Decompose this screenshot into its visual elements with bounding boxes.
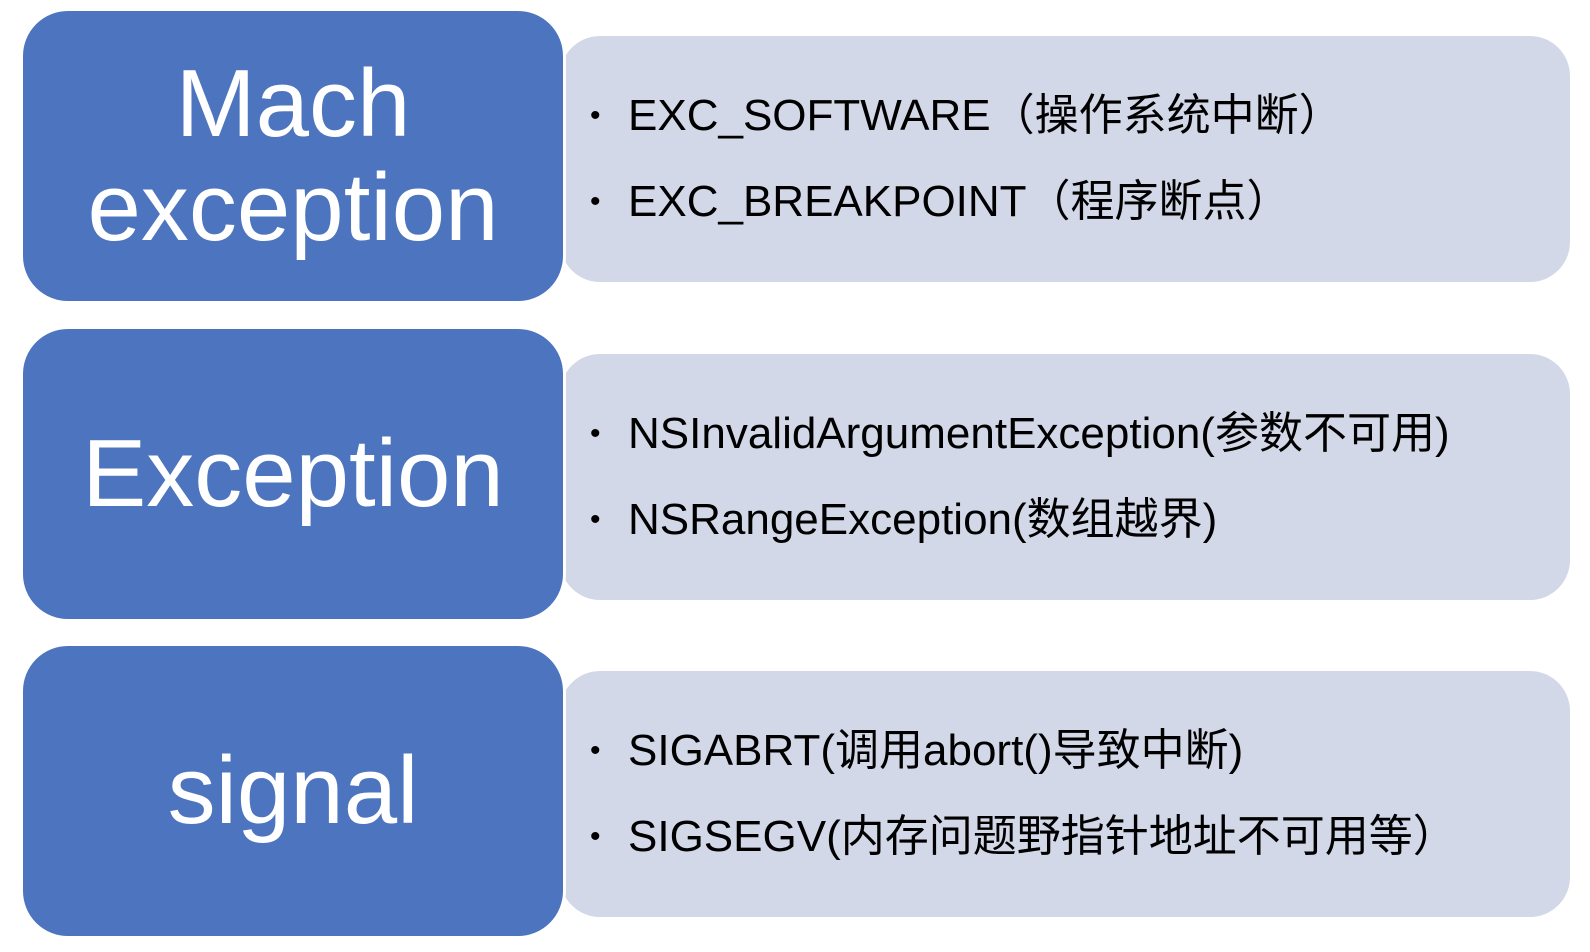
bullet-icon: • — [590, 734, 601, 767]
bullet-icon: • — [590, 99, 601, 132]
list-item: • SIGABRT(调用abort()导致中断) — [590, 729, 1570, 773]
list-item: • EXC_BREAKPOINT（程序断点） — [590, 180, 1570, 224]
item-text: SIGSEGV(内存问题野指针地址不可用等） — [628, 812, 1457, 861]
label-text: signal — [167, 737, 419, 844]
bullet-icon: • — [590, 417, 601, 450]
list-item: • SIGSEGV(内存问题野指针地址不可用等） — [590, 815, 1570, 859]
item-text: SIGABRT(调用abort()导致中断) — [628, 726, 1244, 775]
row-signal: • SIGABRT(调用abort()导致中断) • SIGSEGV(内存问题野… — [0, 643, 1590, 943]
item-text: NSInvalidArgumentException(参数不可用) — [628, 409, 1450, 458]
list-item: • EXC_SOFTWARE（操作系统中断） — [590, 94, 1570, 138]
item-text: NSRangeException(数组越界) — [628, 495, 1218, 544]
item-text: EXC_BREAKPOINT（程序断点） — [628, 177, 1291, 226]
item-text: EXC_SOFTWARE（操作系统中断） — [628, 91, 1343, 140]
detail-panel-mach-exception: • EXC_SOFTWARE（操作系统中断） • EXC_BREAKPOINT（… — [560, 36, 1570, 282]
label-box-exception: Exception — [20, 326, 566, 622]
row-exception: • NSInvalidArgumentException(参数不可用) • NS… — [0, 326, 1590, 626]
label-box-mach-exception: Mach exception — [20, 8, 566, 304]
detail-panel-signal: • SIGABRT(调用abort()导致中断) • SIGSEGV(内存问题野… — [560, 671, 1570, 917]
list-item: • NSRangeException(数组越界) — [590, 498, 1570, 542]
label-text: Mach exception — [87, 50, 499, 261]
bullet-icon: • — [590, 820, 601, 853]
row-mach-exception: • EXC_SOFTWARE（操作系统中断） • EXC_BREAKPOINT（… — [0, 8, 1590, 308]
label-box-signal: signal — [20, 643, 566, 939]
bullet-icon: • — [590, 185, 601, 218]
list-item: • NSInvalidArgumentException(参数不可用) — [590, 412, 1570, 456]
detail-panel-exception: • NSInvalidArgumentException(参数不可用) • NS… — [560, 354, 1570, 600]
label-text: Exception — [82, 420, 504, 527]
bullet-icon: • — [590, 503, 601, 536]
